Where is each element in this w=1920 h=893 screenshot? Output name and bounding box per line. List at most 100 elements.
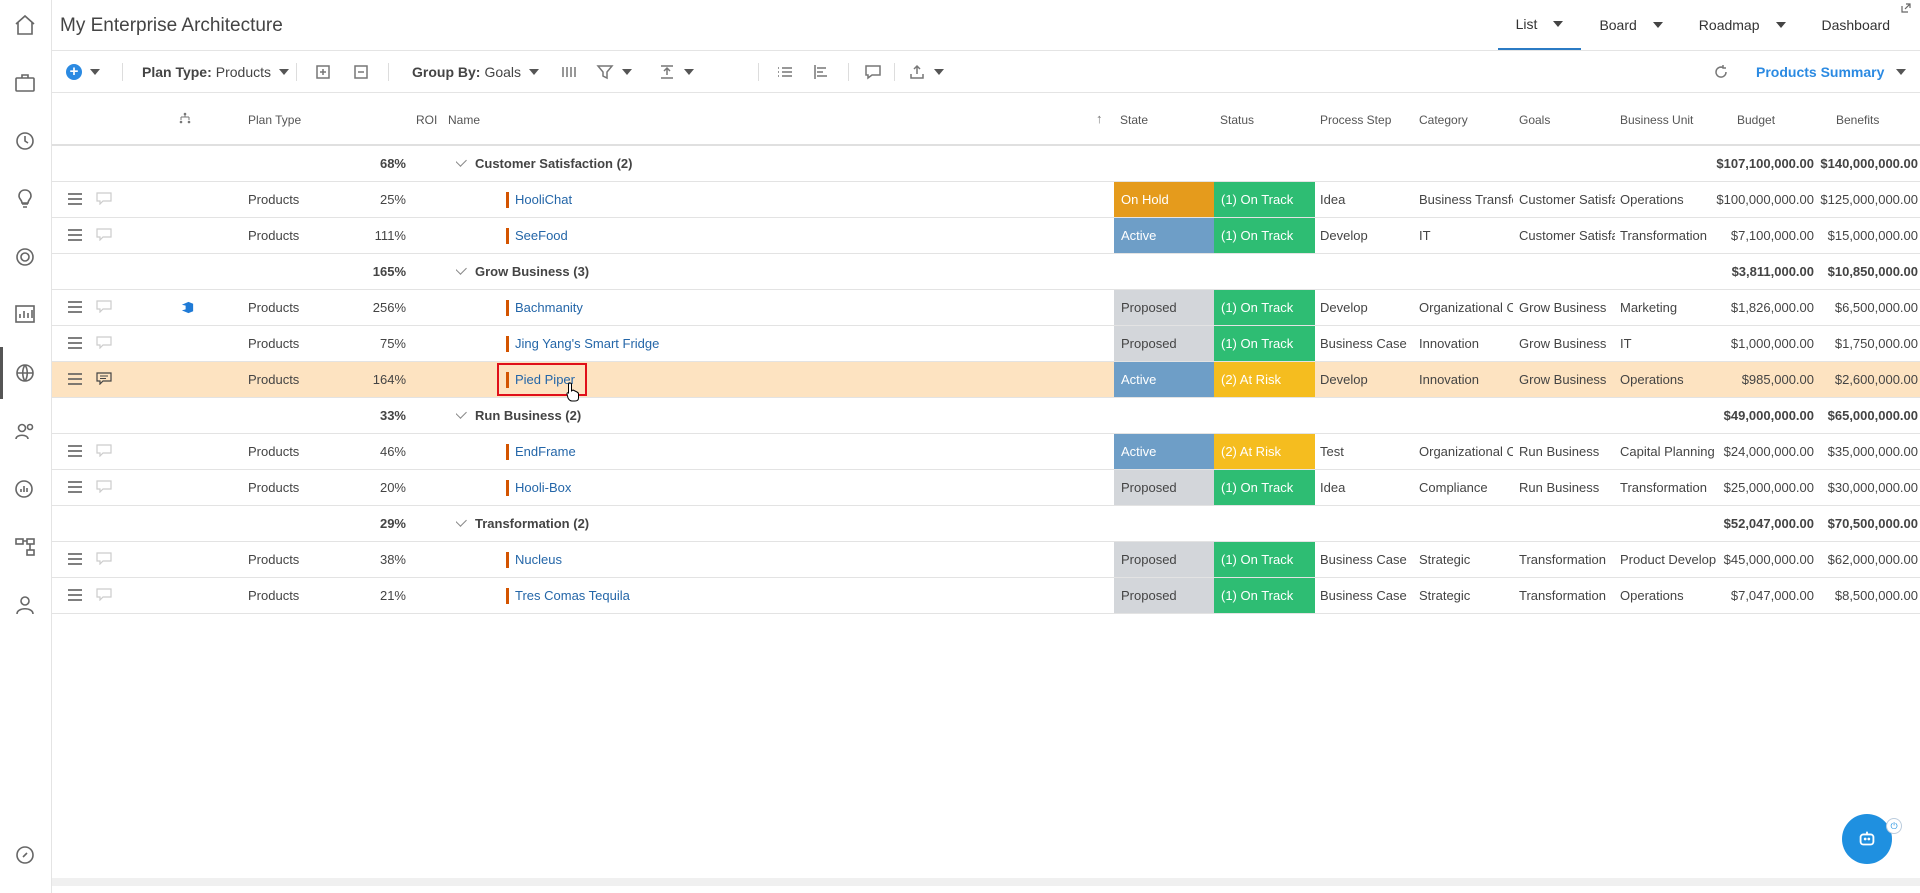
comment-icon[interactable] [96,192,112,205]
comment-icon[interactable] [96,552,112,565]
cell-name[interactable]: Nucleus [506,542,562,577]
table-row[interactable]: Products 256% Bachmanity Proposed (1) On… [52,290,1920,326]
col-goals[interactable]: Goals [1519,113,1550,127]
row-menu-icon[interactable] [68,229,82,241]
col-plan-type[interactable]: Plan Type [248,113,301,127]
horizontal-scrollbar[interactable] [52,878,1920,886]
analytics-icon[interactable] [12,476,38,502]
item-name-link[interactable]: Hooli-Box [515,480,571,495]
tab-board[interactable]: Board [1581,1,1680,49]
col-process-step[interactable]: Process Step [1320,113,1391,127]
table-row[interactable]: Products 38% Nucleus Proposed (1) On Tra… [52,542,1920,578]
refresh-icon[interactable] [1712,51,1730,92]
col-name[interactable]: Name [448,113,480,127]
comment-icon[interactable] [96,336,112,349]
row-menu-icon[interactable] [68,481,82,493]
group-row[interactable]: 29% Transformation (2) $52,047,000.00 $7… [52,506,1920,542]
chevron-down-icon[interactable] [1553,21,1564,27]
row-menu-icon[interactable] [68,373,82,385]
comment-icon[interactable] [96,480,112,493]
briefcase-icon[interactable] [12,70,38,96]
item-name-link[interactable]: EndFrame [515,444,576,459]
clock-icon[interactable] [12,128,38,154]
user-icon[interactable] [12,592,38,618]
table-row[interactable]: Products 164% Pied Piper Active (2) At R… [52,362,1920,398]
sort-asc-icon[interactable]: ↑ [1096,111,1103,126]
chevron-down-icon[interactable] [1652,22,1663,28]
table-row[interactable]: Products 25% HooliChat On Hold (1) On Tr… [52,182,1920,218]
target-icon[interactable] [12,244,38,270]
col-budget[interactable]: Budget [1737,113,1775,127]
comment-icon[interactable] [96,300,112,313]
row-menu-icon[interactable] [68,589,82,601]
lightbulb-icon[interactable] [12,186,38,212]
cell-name[interactable]: EndFrame [506,434,576,469]
globe-icon[interactable] [12,360,38,386]
summary-dropdown[interactable]: Products Summary [1756,51,1907,92]
cell-name[interactable]: SeeFood [506,218,568,253]
comment-icon[interactable] [96,228,112,241]
popout-icon[interactable] [1900,2,1912,14]
cell-name[interactable]: Tres Comas Tequila [506,578,630,613]
group-row[interactable]: 33% Run Business (2) $49,000,000.00 $65,… [52,398,1920,434]
comment-icon[interactable] [864,51,882,92]
tab-list[interactable]: List [1497,0,1582,50]
chevron-down-icon[interactable] [1775,22,1786,28]
tab-roadmap[interactable]: Roadmap [1681,1,1804,49]
table-row[interactable]: Products 20% Hooli-Box Proposed (1) On T… [52,470,1920,506]
item-name-link[interactable]: Tres Comas Tequila [515,588,630,603]
col-category[interactable]: Category [1419,113,1468,127]
chevron-down-icon[interactable] [456,406,467,419]
item-name-link[interactable]: Jing Yang's Smart Fridge [515,336,659,351]
add-button[interactable]: + [66,51,100,92]
align-icon[interactable] [812,51,830,92]
chevron-down-icon[interactable] [456,514,467,527]
col-benefits[interactable]: Benefits [1836,113,1879,127]
row-menu-icon[interactable] [68,193,82,205]
col-business-unit[interactable]: Business Unit [1620,113,1693,127]
chatbot-button[interactable] [1842,814,1892,864]
table-row[interactable]: Products 46% EndFrame Active (2) At Risk… [52,434,1920,470]
group-row[interactable]: 165% Grow Business (3) $3,811,000.00 $10… [52,254,1920,290]
table-row[interactable]: Products 111% SeeFood Active (1) On Trac… [52,218,1920,254]
row-menu-icon[interactable] [68,445,82,457]
filter-icon[interactable] [596,51,632,92]
cell-name[interactable]: HooliChat [506,182,572,217]
cell-name[interactable]: Hooli-Box [506,470,571,505]
item-name-link[interactable]: Nucleus [515,552,562,567]
cell-name[interactable]: Bachmanity [506,290,583,325]
collapse-all-icon[interactable] [352,51,370,92]
org-chart-icon[interactable] [12,534,38,560]
comment-icon[interactable] [96,588,112,601]
col-roi[interactable]: ROI [416,113,437,127]
table-row[interactable]: Products 75% Jing Yang's Smart Fridge Pr… [52,326,1920,362]
group-by-dropdown[interactable]: Group By: Goals [412,51,540,92]
list-icon[interactable] [776,51,794,92]
item-name-link[interactable]: HooliChat [515,192,572,207]
columns-icon[interactable] [560,51,578,92]
row-menu-icon[interactable] [68,553,82,565]
item-name-link[interactable]: Bachmanity [515,300,583,315]
home-icon[interactable] [12,12,38,38]
row-menu-icon[interactable] [68,301,82,313]
plan-type-dropdown[interactable]: Plan Type: Products [142,51,290,92]
compass-icon[interactable] [12,842,38,868]
hierarchy-icon[interactable] [179,112,191,124]
expand-all-icon[interactable] [314,51,332,92]
table-row[interactable]: Products 21% Tres Comas Tequila Proposed… [52,578,1920,614]
group-label[interactable]: Grow Business (3) [456,254,589,289]
col-state[interactable]: State [1120,113,1148,127]
group-row[interactable]: 68% Customer Satisfaction (2) $107,100,0… [52,146,1920,182]
power-icon[interactable]: ⏻ [1886,818,1902,834]
export-icon[interactable] [908,51,944,92]
chevron-down-icon[interactable] [456,154,467,167]
azure-devops-icon[interactable] [180,290,195,325]
group-label[interactable]: Run Business (2) [456,398,581,433]
report-icon[interactable] [12,301,38,327]
col-status[interactable]: Status [1220,113,1254,127]
group-label[interactable]: Customer Satisfaction (2) [456,146,632,181]
comment-icon[interactable] [96,372,112,385]
people-icon[interactable] [12,418,38,444]
cell-name[interactable]: Jing Yang's Smart Fridge [506,326,659,361]
chevron-down-icon[interactable] [456,262,467,275]
